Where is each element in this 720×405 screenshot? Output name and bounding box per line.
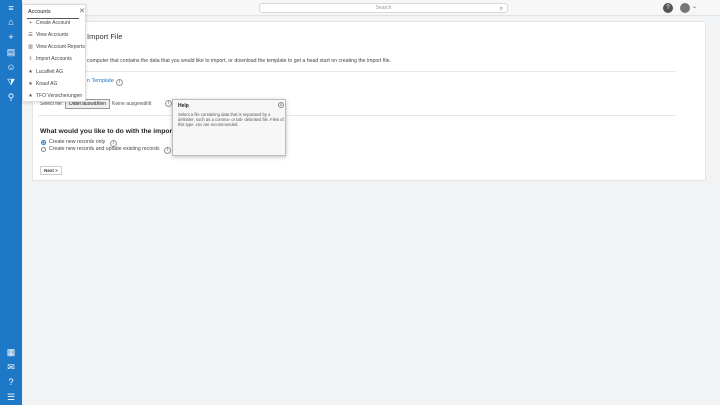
search-placeholder: Search: [375, 5, 392, 11]
radio-button[interactable]: [41, 146, 46, 152]
radio-button-selected[interactable]: [41, 139, 46, 145]
list-icon: ☰: [28, 31, 33, 38]
avatar[interactable]: [680, 3, 690, 13]
report-icon[interactable]: ▦: [0, 345, 22, 359]
menu-item-view-account-reports[interactable]: ▥ View Account Reports: [28, 44, 85, 50]
menu-item-label: Import Accounts: [36, 56, 72, 62]
download-template-link[interactable]: n Template: [87, 78, 114, 84]
accounts-dropdown: Accounts ✕ + Create Account ☰ View Accou…: [22, 4, 86, 102]
building-icon[interactable]: ▤: [0, 45, 22, 59]
next-button[interactable]: Next >: [40, 166, 62, 175]
help-icon[interactable]: ?: [0, 375, 22, 389]
star-icon: ★: [28, 80, 33, 87]
menu-item-import-accounts[interactable]: ⇪ Import Accounts: [28, 55, 72, 62]
info-icon[interactable]: i: [116, 79, 123, 86]
help-popover: Help x Select a file containing data tha…: [172, 99, 286, 156]
menu-item-favorite-account[interactable]: ★ TFO Versicherungen: [28, 93, 82, 99]
dropdown-title: Accounts: [28, 9, 51, 15]
menu-item-label: Knauf AG: [36, 81, 58, 87]
help-title: Help: [178, 103, 189, 109]
star-icon: ★: [28, 68, 33, 75]
upload-icon: ⇪: [28, 55, 33, 62]
star-icon: ★: [28, 92, 33, 99]
menu-item-label: TFO Versicherungen: [36, 93, 83, 99]
info-icon[interactable]: i: [164, 147, 171, 154]
search-icon[interactable]: ⌕: [500, 5, 503, 13]
menu-item-label: View Account Reports: [36, 44, 85, 50]
menu-item-view-accounts[interactable]: ☰ View Accounts: [28, 32, 68, 38]
import-option-question: What would you like to do with the impor…: [40, 128, 189, 135]
database-icon[interactable]: ☰: [0, 390, 22, 404]
menu-item-label: Create Account: [36, 20, 71, 26]
plus-icon: +: [29, 19, 32, 26]
chevron-down-icon[interactable]: ⌄: [692, 3, 697, 10]
search-input[interactable]: Search ⌕: [259, 3, 508, 13]
plus-icon[interactable]: +: [0, 30, 22, 44]
home-icon[interactable]: ⌂: [0, 15, 22, 29]
close-icon[interactable]: ✕: [79, 7, 85, 15]
info-icon[interactable]: i: [165, 100, 172, 107]
dropdown-divider: [27, 18, 79, 19]
messages-icon[interactable]: ✉: [0, 360, 22, 374]
help-circle-icon[interactable]: ?: [663, 3, 673, 13]
bar-chart-icon: ▥: [28, 43, 33, 50]
radio-update-label: Create new records and update existing r…: [49, 146, 160, 152]
radio-create-label: Create new records only: [49, 139, 106, 145]
divider: [38, 115, 676, 116]
close-icon[interactable]: x: [278, 102, 284, 108]
person-icon[interactable]: ☺: [0, 60, 22, 74]
radio-create-update[interactable]: Create new records and update existing r…: [41, 146, 159, 152]
menu-item-label: View Accounts: [36, 32, 69, 38]
filter-icon[interactable]: ⧩: [0, 75, 22, 89]
help-text: Select a file containing data that is se…: [178, 112, 284, 127]
menu-item-create-account[interactable]: + Create Account: [28, 20, 70, 26]
divider: [38, 71, 676, 72]
menu-item-label: Lucafleit AG: [36, 69, 63, 75]
no-file-text: Keine ausgewählt: [112, 101, 152, 107]
menu-item-favorite-account[interactable]: ★ Knauf AG: [28, 81, 57, 87]
menu-icon[interactable]: ≡: [0, 1, 22, 15]
top-bar: Search ⌕: [22, 0, 720, 16]
org-chart-icon[interactable]: ⚲: [0, 90, 22, 104]
left-sidebar: ≡ ⌂ + ▤ ☺ ⧩ ⚲ ▦ ✉ ? ☰: [0, 0, 22, 405]
menu-item-favorite-account[interactable]: ★ Lucafleit AG: [28, 69, 63, 75]
page-title: Import File: [87, 32, 123, 41]
intro-text: computer that contains the data that you…: [87, 58, 391, 64]
radio-create-only[interactable]: Create new records only: [41, 139, 105, 145]
